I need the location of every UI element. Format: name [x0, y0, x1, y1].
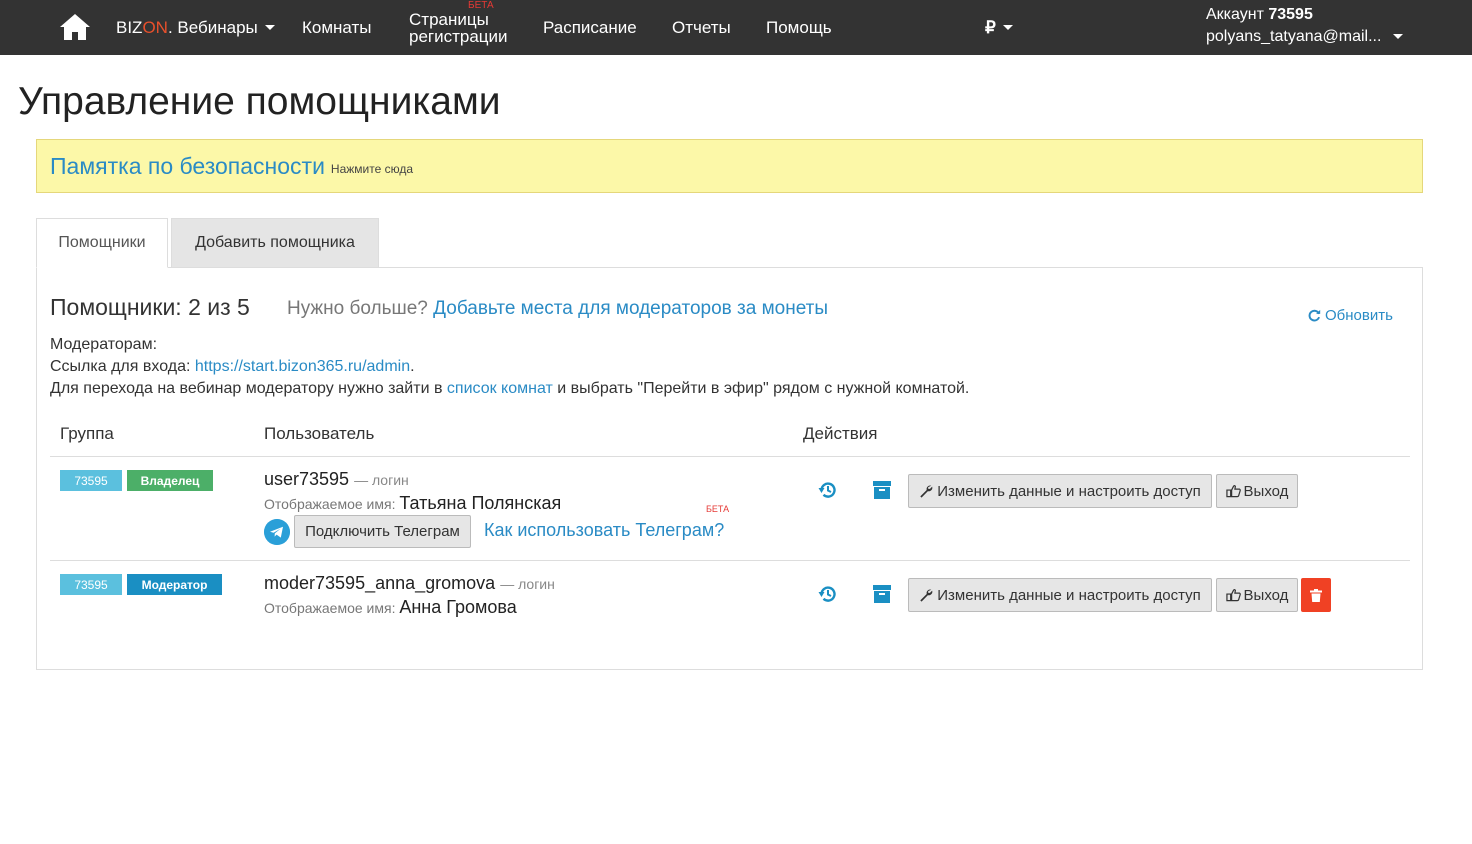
archive-icon[interactable]	[871, 583, 893, 605]
display-name-value: Анна Громова	[399, 597, 517, 617]
link-dot: .	[410, 358, 415, 375]
brand-menu[interactable]: BIZ ON. Вебинары	[116, 0, 275, 55]
buy-seats-link[interactable]: Добавьте места для модераторов за монеты	[433, 298, 828, 319]
account-badge: 73595	[60, 574, 122, 595]
archive-icon[interactable]	[871, 479, 893, 501]
moderator-info: Модераторам: Ссылка для входа: https://s…	[50, 334, 969, 400]
need-more-label: Нужно больше?	[287, 298, 428, 319]
caret-down-icon	[1002, 25, 1013, 30]
info-heading: Модераторам:	[50, 336, 158, 353]
history-icon[interactable]	[817, 479, 839, 501]
hand-point-icon	[1225, 589, 1241, 602]
refresh-button[interactable]: Обновить	[1308, 307, 1393, 324]
rooms-list-link[interactable]: список комнат	[447, 380, 553, 397]
info-text-pre: Для перехода на вебинар модератору нужно…	[50, 380, 443, 397]
caret-down-icon	[1392, 34, 1403, 40]
logout-label: Выход	[1243, 586, 1289, 604]
edit-access-button[interactable]: Изменить данные и настроить доступ	[908, 578, 1212, 612]
display-name-label: Отображаемое имя:	[264, 496, 396, 512]
hand-point-icon	[1225, 485, 1241, 498]
currency-menu[interactable]: ₽	[985, 0, 1013, 55]
nav-schedule[interactable]: Расписание	[543, 0, 637, 55]
display-name-label: Отображаемое имя:	[264, 600, 396, 616]
refresh-icon	[1308, 309, 1321, 322]
connect-telegram-button[interactable]: Подключить Телеграм	[294, 515, 471, 548]
delete-button[interactable]	[1301, 578, 1331, 612]
beta-badge: БЕТА	[706, 504, 730, 514]
logout-button[interactable]: Выход	[1216, 578, 1298, 612]
account-email: polyans_tatyana@mail...	[1206, 28, 1382, 45]
nav-reports[interactable]: Отчеты	[672, 0, 731, 55]
username-text: user73595	[264, 469, 350, 489]
username-text: moder73595_anna_gromova	[264, 573, 496, 593]
currency-symbol: ₽	[985, 17, 996, 37]
edit-access-label: Изменить данные и настроить доступ	[937, 586, 1201, 604]
account-badge: 73595	[60, 470, 122, 491]
wrench-icon	[920, 485, 933, 498]
page-title: Управление помощниками	[18, 80, 501, 123]
account-number: 73595	[1268, 6, 1313, 23]
brand-prefix: BIZ	[116, 17, 143, 37]
admin-login-link[interactable]: https://start.bizon365.ru/admin	[195, 358, 410, 375]
brand-on: ON	[142, 17, 168, 37]
account-label: Аккаунт	[1206, 6, 1264, 23]
need-more-text: Нужно больше? Добавьте места для модерат…	[287, 298, 828, 320]
account-menu[interactable]: Аккаунт 73595 polyans_tatyana@mail...	[1206, 4, 1403, 48]
nav-rooms[interactable]: Комнаты	[302, 0, 372, 55]
brand-suffix: . Вебинары	[167, 17, 258, 37]
display-name: Отображаемое имя: Анна Громова	[264, 597, 517, 618]
table-divider	[50, 560, 1410, 561]
tab-assistants[interactable]: Помощники	[36, 218, 168, 268]
username: moder73595_anna_gromova — логин	[264, 573, 555, 594]
username: user73595 — логин	[264, 469, 409, 490]
nav-help[interactable]: Помощь	[766, 0, 832, 55]
edit-access-button[interactable]: Изменить данные и настроить доступ	[908, 474, 1212, 508]
history-icon[interactable]	[817, 583, 839, 605]
column-actions: Действия	[803, 424, 878, 443]
top-navbar: BIZ ON. Вебинары Комнаты Страницы регистр…	[0, 0, 1472, 55]
security-memo-link[interactable]: Памятка по безопасности	[50, 153, 325, 180]
login-suffix: — логин	[354, 472, 409, 488]
table-divider	[50, 456, 1410, 457]
nav-reg-line2: регистрации	[409, 26, 508, 46]
refresh-label: Обновить	[1325, 307, 1393, 324]
tab-panel	[36, 267, 1423, 670]
edit-access-label: Изменить данные и настроить доступ	[937, 482, 1201, 500]
role-badge-owner: Владелец	[127, 470, 213, 491]
caret-down-icon	[264, 25, 275, 30]
logout-label: Выход	[1243, 482, 1289, 500]
column-user: Пользователь	[264, 424, 375, 443]
info-text-post: и выбрать "Перейти в эфир" рядом с нужно…	[557, 380, 970, 397]
click-here-text[interactable]: Нажмите сюда	[331, 162, 413, 176]
assistants-count: Помощники: 2 из 5	[50, 294, 250, 320]
security-alert: Памятка по безопасности Нажмите сюда	[36, 139, 1423, 193]
login-suffix: — логин	[500, 576, 555, 592]
telegram-help-link[interactable]: Как использовать Телеграм?	[484, 520, 724, 541]
display-name-value: Татьяна Полянская	[399, 493, 562, 513]
home-icon[interactable]	[59, 13, 91, 41]
wrench-icon	[920, 589, 933, 602]
beta-badge: БЕТА	[468, 0, 494, 11]
column-group: Группа	[60, 424, 114, 443]
role-badge-moderator: Модератор	[127, 574, 222, 595]
tab-add-assistant[interactable]: Добавить помощника	[171, 218, 379, 268]
trash-icon	[1310, 588, 1322, 602]
login-link-label: Ссылка для входа:	[50, 358, 191, 375]
nav-registration-pages[interactable]: Страницы регистрации БЕТА	[409, 0, 508, 55]
display-name: Отображаемое имя: Татьяна Полянская	[264, 493, 561, 514]
telegram-icon	[264, 519, 290, 545]
logout-button[interactable]: Выход	[1216, 474, 1298, 508]
nav-reg-line1: Страницы	[409, 9, 489, 29]
